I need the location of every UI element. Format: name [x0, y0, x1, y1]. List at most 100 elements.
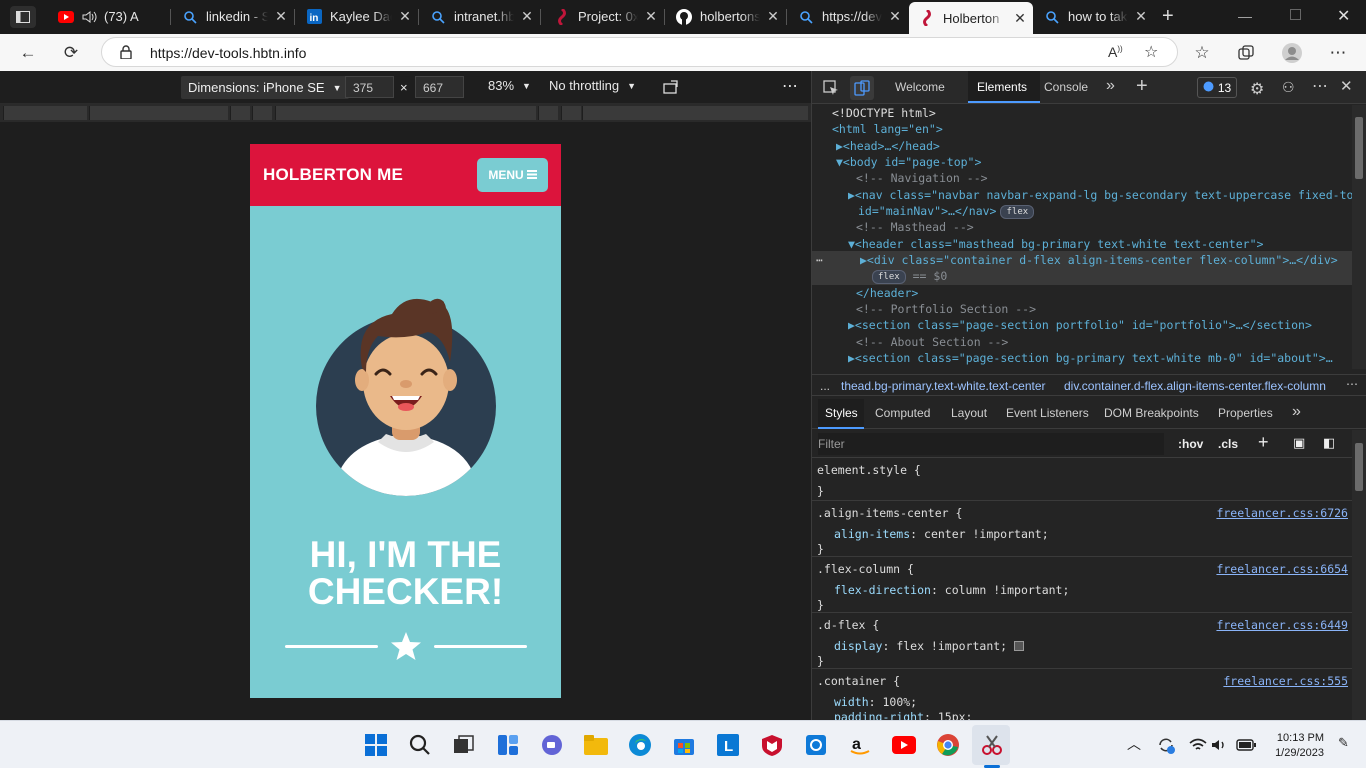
close-tab-icon[interactable]: ✕ — [268, 8, 294, 25]
menu-button[interactable]: MENU — [477, 158, 548, 192]
rule-property[interactable]: display: flex !important; — [834, 639, 1025, 653]
store-icon[interactable] — [669, 730, 699, 760]
close-tab-icon[interactable]: ✕ — [882, 8, 908, 25]
system-clock[interactable]: 10:13 PM 1/29/2023 — [1270, 731, 1324, 761]
breadcrumb-ellipsis[interactable]: ... — [820, 379, 830, 393]
lynda-icon[interactable]: L — [713, 730, 743, 760]
breadcrumb-header[interactable]: thead.bg-primary.text-white.text-center — [841, 379, 1046, 393]
rotate-icon[interactable] — [663, 80, 681, 99]
rule-property[interactable]: align-items: center !important; — [834, 527, 1049, 541]
width-input[interactable]: 375 — [345, 76, 394, 98]
dom-line[interactable]: ▶<nav class="navbar navbar-expand-lg bg-… — [848, 187, 1352, 203]
edge-icon[interactable] — [625, 730, 655, 760]
rule-source-link[interactable]: freelancer.css:6654 — [1216, 562, 1348, 576]
more-pane-tabs-icon[interactable]: » — [1292, 403, 1301, 421]
dom-line-selected[interactable]: ▶<div class="container d-flex align-item… — [860, 252, 1338, 268]
rule-selector[interactable]: .flex-column { — [817, 562, 914, 576]
rule-property[interactable]: flex-direction: column !important; — [834, 583, 1069, 597]
close-tab-icon[interactable]: ✕ — [1128, 8, 1154, 25]
minimize-icon[interactable]: — — [1238, 8, 1252, 24]
device-more-icon[interactable]: ⋯ — [782, 76, 798, 96]
tab-project[interactable]: Project: 0x0 ✕ — [544, 0, 664, 33]
tab-https-dev[interactable]: https://dev ✕ — [788, 0, 908, 33]
dom-line[interactable]: <!-- About Section --> — [856, 334, 1008, 350]
dom-line[interactable]: <!-- Portfolio Section --> — [856, 301, 1036, 317]
tab-layout[interactable]: Layout — [951, 406, 987, 420]
rule-source-link[interactable]: freelancer.css:6726 — [1216, 506, 1348, 520]
tab-how-to[interactable]: how to tak ✕ — [1034, 0, 1154, 33]
tab-dom-breakpoints[interactable]: DOM Breakpoints — [1104, 406, 1199, 420]
dom-line[interactable]: ▼<body id="page-top"> — [836, 154, 981, 170]
cls-toggle[interactable]: .cls — [1218, 437, 1238, 451]
close-tab-icon[interactable]: ✕ — [638, 8, 664, 25]
profile-avatar[interactable] — [1279, 40, 1305, 66]
snipping-tool-icon[interactable] — [977, 730, 1007, 760]
restore-icon[interactable] — [1290, 9, 1301, 20]
collections-icon[interactable] — [1233, 40, 1259, 66]
widgets-icon[interactable] — [493, 730, 523, 760]
back-icon[interactable]: ← — [15, 40, 41, 66]
sidebar-toggle-icon[interactable]: ◧ — [1323, 435, 1335, 451]
close-window-icon[interactable]: ✕ — [1337, 6, 1350, 26]
feedback-icon[interactable]: ⚇ — [1282, 79, 1295, 96]
tab-welcome[interactable]: Welcome — [895, 80, 945, 94]
dom-line[interactable]: id="mainNav">…</nav> flex — [858, 203, 1035, 219]
close-devtools-icon[interactable]: ✕ — [1340, 77, 1353, 95]
rule-property[interactable]: padding-right: 15px; — [834, 710, 972, 720]
refresh-icon[interactable]: ⟳ — [58, 40, 84, 66]
favorites-icon[interactable]: ☆ — [1189, 40, 1215, 66]
dom-line[interactable]: flex == $0 — [872, 268, 947, 284]
chat-icon[interactable] — [537, 730, 567, 760]
dom-line[interactable]: ▶<head>…</head> — [836, 138, 940, 154]
notification-icon[interactable]: ✎ — [1338, 735, 1349, 751]
dom-line[interactable]: ▶<section class="page-section portfolio"… — [848, 317, 1312, 333]
tab-computed[interactable]: Computed — [875, 406, 930, 420]
youtube-icon[interactable] — [889, 730, 919, 760]
breadcrumb-div[interactable]: div.container.d-flex.align-items-center.… — [1064, 379, 1326, 393]
paint-icon[interactable]: ▣ — [1293, 435, 1305, 451]
tab-linkedin-search[interactable]: linkedin - S ✕ — [172, 0, 294, 33]
issues-badge[interactable]: 13 — [1197, 77, 1237, 98]
lock-icon[interactable] — [120, 45, 132, 64]
flexbox-editor-icon[interactable] — [1014, 641, 1025, 651]
close-tab-icon[interactable]: ✕ — [1007, 10, 1033, 27]
site-brand[interactable]: HOLBERTON ME — [263, 165, 403, 185]
inspect-icon[interactable] — [823, 80, 839, 101]
flex-badge[interactable]: flex — [872, 270, 906, 284]
tab-kaylee[interactable]: in Kaylee Dac ✕ — [296, 0, 418, 33]
dom-line[interactable]: <!-- Masthead --> — [856, 219, 974, 235]
device-dropdown[interactable]: Dimensions: iPhone SE ▼ — [181, 76, 349, 99]
dom-line[interactable]: ▼<header class="masthead bg-primary text… — [848, 236, 1263, 252]
tab-github[interactable]: holbertons ✕ — [666, 0, 786, 33]
height-input[interactable]: 667 — [415, 76, 464, 98]
hov-toggle[interactable]: :hov — [1178, 437, 1203, 451]
rule-selector[interactable]: .align-items-center { — [817, 506, 962, 520]
filter-input[interactable]: Filter — [818, 433, 1164, 455]
new-rule-icon[interactable]: + — [1258, 432, 1269, 453]
sync-icon[interactable] — [1151, 730, 1181, 760]
dom-line[interactable]: </header> — [856, 285, 918, 301]
add-tab-icon[interactable]: + — [1136, 75, 1148, 98]
amazon-icon[interactable]: a — [845, 730, 875, 760]
dom-line[interactable]: <html lang="en"> — [832, 121, 943, 137]
speaker-icon[interactable] — [82, 9, 98, 25]
rule-property[interactable]: width: 100%; — [834, 695, 917, 709]
chrome-icon[interactable] — [933, 730, 963, 760]
tab-holberton-active[interactable]: Holberton ✕ — [909, 2, 1033, 34]
app-icon[interactable] — [801, 730, 831, 760]
rule-selector[interactable]: element.style { — [817, 463, 921, 477]
rule-source-link[interactable]: freelancer.css:6449 — [1216, 618, 1348, 632]
settings-gear-icon[interactable]: ⚙ — [1250, 79, 1264, 99]
zoom-dropdown[interactable]: 83% ▼ — [488, 78, 531, 93]
dom-line[interactable]: <!DOCTYPE html> — [832, 105, 936, 121]
dom-line[interactable]: <!-- Navigation --> — [856, 170, 988, 186]
tab-properties[interactable]: Properties — [1218, 406, 1273, 420]
new-tab-icon[interactable]: + — [1162, 5, 1174, 28]
tab-elements[interactable]: Elements — [977, 80, 1027, 94]
more-tabs-icon[interactable]: » — [1106, 77, 1115, 95]
rule-selector[interactable]: .container { — [817, 674, 900, 688]
add-favorite-icon[interactable]: ☆ — [1144, 42, 1158, 62]
rule-source-link[interactable]: freelancer.css:555 — [1223, 674, 1348, 688]
throttling-dropdown[interactable]: No throttling ▼ — [549, 78, 636, 93]
task-view-icon[interactable] — [449, 730, 479, 760]
